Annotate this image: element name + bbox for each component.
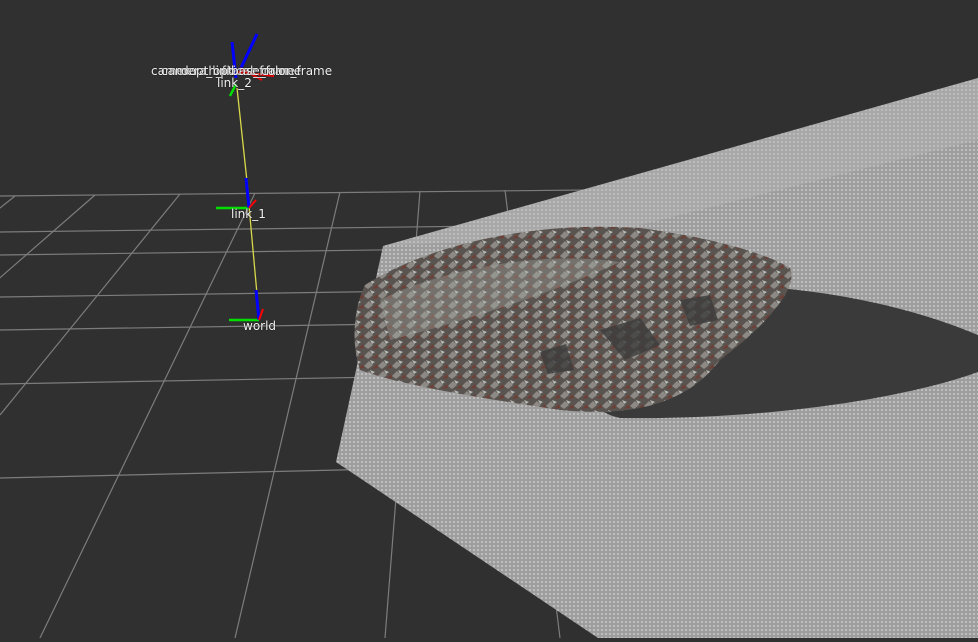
tf-frame-label: base_frame xyxy=(231,64,302,78)
tf-frame-label: optical_frame xyxy=(213,64,295,78)
tf-frame-label: camera xyxy=(151,64,197,78)
tf-frame-label: color_frame xyxy=(261,64,333,78)
camera-frame-labels: camera camera_link depth_frame optical_f… xyxy=(151,64,341,80)
tf-frame-label: camera_link xyxy=(161,64,234,78)
tf-frame-label: depth_frame xyxy=(181,64,258,78)
world-frame-axes[interactable] xyxy=(229,289,264,322)
rviz-3d-viewport[interactable]: camera camera_link depth_frame optical_f… xyxy=(0,0,978,639)
scene-canvas[interactable] xyxy=(0,0,978,639)
